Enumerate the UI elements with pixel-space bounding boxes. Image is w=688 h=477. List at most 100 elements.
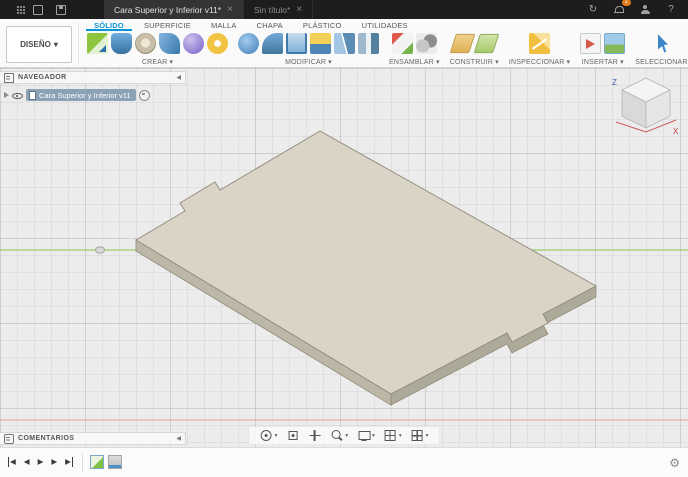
press-pull-icon[interactable] [238,33,259,54]
group-crear: CREAR ▾ [82,32,233,67]
toolbar: DISEÑO ▾ SÓLIDO SUPERFICIE MALLA CHAPA P… [0,19,688,68]
viewports-button[interactable]: ▾ [411,429,429,442]
viewcube[interactable]: Z X [610,72,682,136]
profile-icon[interactable] [638,3,652,17]
save-icon[interactable] [54,3,68,17]
joint-icon[interactable] [415,33,437,54]
help-icon[interactable]: ? [664,3,678,17]
zoom-button[interactable]: ▾ [330,429,348,442]
construir-dropdown[interactable]: CONSTRUIR ▾ [450,58,499,67]
chevron-down-icon: ▾ [398,432,402,439]
tab-label: Sin título* [253,4,291,15]
timeline-bar: ◀ ◀ ▶ ▶ ▶ ⚙ [0,447,688,477]
navigator-title: NAVEGADOR [18,74,67,81]
navigator-header[interactable]: NAVEGADOR ◀ [0,71,186,84]
comments-header[interactable]: COMENTARIOS ◀ [0,432,186,445]
body-feature-icon[interactable] [108,455,122,469]
chevron-down-icon: ▾ [620,59,624,66]
tool-groups: CREAR ▾ MODIFICAR ▾ ENSAMBLAR ▾ CONSTRUI… [82,32,688,67]
document-icon [29,90,36,100]
pan-icon [308,429,321,442]
chevron-down-icon: ▾ [345,432,349,439]
pan-button[interactable] [308,429,321,442]
fillet-icon[interactable] [262,33,283,54]
sketch-feature-icon[interactable] [90,455,104,469]
expand-tree-icon[interactable] [4,92,9,98]
coil-icon[interactable] [207,33,228,54]
sphere-icon[interactable] [183,33,204,54]
decal-icon[interactable] [604,33,626,54]
combine-icon[interactable] [310,33,331,54]
go-to-end-button[interactable]: ▶ [65,457,73,467]
new-component-icon[interactable] [391,33,413,54]
z-axis-label: Z [612,78,617,87]
display-settings-button[interactable]: ▾ [357,429,375,442]
chevron-down-icon: ▾ [274,432,278,439]
group-construir: CONSTRUIR ▾ [445,32,504,67]
ribbon-tab-malla[interactable]: MALLA [203,19,245,31]
collapse-panel-icon[interactable]: ◀ [176,74,181,81]
navigator-panel: NAVEGADOR ◀ Cara Superior y Inferior v11 [0,71,186,101]
look-at-button[interactable] [286,429,299,442]
collapse-panel-icon[interactable]: ◀ [176,435,181,442]
orbit-button[interactable]: ▾ [260,429,278,442]
comments-panel: COMENTARIOS ◀ [0,432,186,445]
data-panel-icon[interactable] [31,3,45,17]
activate-component-icon[interactable] [138,89,150,101]
x-axis-label: X [673,127,679,136]
close-icon[interactable]: × [296,4,302,15]
step-forward-button[interactable]: ▶ [51,457,57,467]
align-icon[interactable] [358,33,379,54]
notifications-icon[interactable]: 1 [612,0,631,17]
grid-and-snaps-button[interactable]: ▾ [384,429,402,442]
ribbon-tab-plastico[interactable]: PLÁSTICO [295,19,350,31]
split-body-icon[interactable] [334,33,355,54]
tab-sin-titulo[interactable]: Sin título* × [243,0,314,19]
measure-icon[interactable] [529,33,551,54]
insert-derive-icon[interactable] [580,33,602,54]
insertar-dropdown[interactable]: INSERTAR ▾ [582,58,624,67]
ensamblar-dropdown[interactable]: ENSAMBLAR ▾ [389,58,440,67]
panel-icon [4,72,14,83]
ribbon-tab-superficie[interactable]: SUPERFICIE [136,19,199,31]
workspace-selector-button[interactable]: DISEÑO ▾ [6,26,72,63]
viewports-icon [411,429,424,442]
navigator-root-item[interactable]: Cara Superior y Inferior v11 [26,89,136,101]
select-cursor-icon[interactable] [654,33,675,54]
navigator-root-row: Cara Superior y Inferior v11 [4,89,186,101]
sync-history-icon[interactable]: ↻ [586,3,600,17]
visibility-eye-icon[interactable] [12,90,23,100]
timeline-settings-gear-icon[interactable]: ⚙ [669,455,680,471]
chevron-down-icon: ▾ [425,432,429,439]
origin-point[interactable] [95,246,105,254]
crear-dropdown[interactable]: CREAR ▾ [142,58,173,67]
construction-axis-icon[interactable] [473,33,500,54]
close-icon[interactable]: × [227,4,233,15]
create-sketch-icon[interactable] [87,33,108,54]
3d-scene [0,130,688,421]
extrude-icon[interactable] [111,33,132,54]
ribbon-tab-solido[interactable]: SÓLIDO [86,19,132,31]
tab-cara-superior[interactable]: Cara Superior y Inferior v11* × [104,0,244,19]
plate-top-face[interactable] [135,130,597,395]
play-button[interactable]: ▶ [38,457,44,467]
ribbon-tabs: SÓLIDO SUPERFICIE MALLA CHAPA PLÁSTICO U… [86,19,416,31]
apps-grid-icon[interactable] [8,3,22,17]
sweep-icon[interactable] [159,33,180,54]
ribbon-tab-chapa[interactable]: CHAPA [249,19,291,31]
revolve-icon[interactable] [135,33,156,54]
3d-viewport[interactable]: NAVEGADOR ◀ Cara Superior y Inferior v11… [0,68,688,447]
offset-plane-icon[interactable] [449,33,476,54]
chevron-down-icon: ▾ [328,59,332,66]
modificar-dropdown[interactable]: MODIFICAR ▾ [285,58,332,67]
go-to-start-button[interactable]: ◀ [8,457,16,467]
titlebar-left-icons [0,0,76,19]
document-tabs: Cara Superior y Inferior v11* × Sin títu… [104,0,314,19]
shell-icon[interactable] [286,33,307,54]
display-settings-icon [357,429,371,442]
step-back-button[interactable]: ◀ [24,457,30,467]
group-modificar: MODIFICAR ▾ [233,32,384,67]
seleccionar-dropdown[interactable]: SELECCIONAR ▾ [635,58,688,67]
inspeccionar-dropdown[interactable]: INSPECCIONAR ▾ [509,58,570,67]
ribbon-tab-utilidades[interactable]: UTILIDADES [354,19,416,31]
